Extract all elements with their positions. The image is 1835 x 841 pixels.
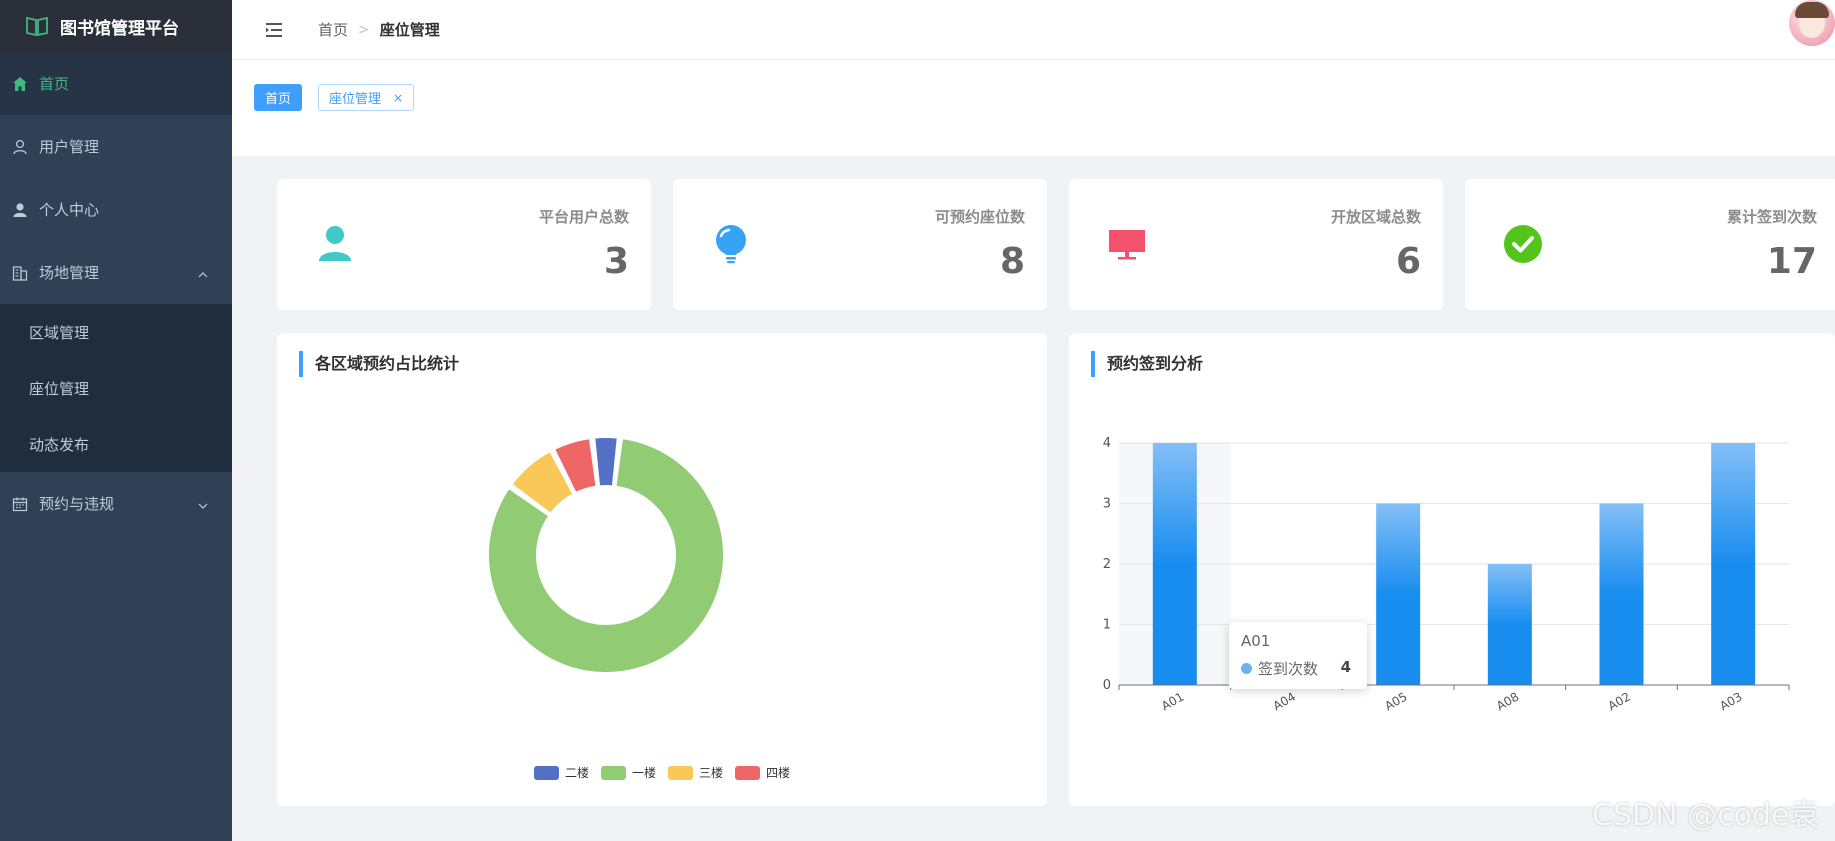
stat-value: 6	[1395, 241, 1421, 282]
x-tick-label: A08	[1494, 689, 1521, 713]
sidebar-subitem-seat[interactable]: 座位管理	[0, 360, 232, 416]
breadcrumb-separator: >	[358, 21, 370, 38]
x-tick-label: A04	[1271, 689, 1298, 713]
breadcrumb: 首页 > 座位管理	[318, 19, 440, 40]
top-navbar: 首页 > 座位管理	[232, 0, 1835, 60]
bar[interactable]	[1599, 503, 1644, 686]
sidebar-item-label: 首页	[39, 75, 70, 93]
sidebar: 图书馆管理平台 首页 用户管理 个人中心 场地管理 区域管理 座位管理 动态发布	[0, 0, 232, 841]
y-tick-label: 2	[1103, 557, 1111, 572]
sidebar-item-label: 场地管理	[39, 264, 100, 282]
avatar[interactable]	[1789, 0, 1835, 46]
legend-item[interactable]: 三楼	[668, 764, 723, 781]
bar[interactable]	[1376, 503, 1421, 686]
venues-submenu: 区域管理 座位管理 动态发布	[0, 304, 232, 472]
stat-card-areas[interactable]: 开放区域总数 6	[1069, 179, 1443, 310]
tooltip-dot	[1241, 663, 1252, 674]
chart-tooltip: A01 签到次数 4	[1229, 622, 1367, 689]
sidebar-subitem-area[interactable]: 区域管理	[0, 304, 232, 360]
pie-chart-panel: 各区域预约占比统计 二楼 一楼 三楼 四楼	[277, 333, 1047, 806]
home-icon	[12, 76, 28, 92]
sidebar-item-venues[interactable]: 场地管理	[0, 241, 232, 304]
book-icon	[26, 16, 48, 36]
sidebar-item-profile[interactable]: 个人中心	[0, 178, 232, 241]
y-tick-label: 3	[1103, 497, 1111, 512]
check-circle-icon	[1504, 225, 1542, 263]
x-tick-label: A03	[1717, 689, 1744, 713]
sidebar-item-label: 预约与违规	[39, 495, 115, 513]
legend-item[interactable]: 二楼	[533, 764, 589, 781]
sidebar-item-users[interactable]: 用户管理	[0, 115, 232, 178]
breadcrumb-home[interactable]: 首页	[318, 19, 348, 40]
close-icon[interactable]: ×	[393, 91, 403, 105]
tooltip-category: A01	[1241, 632, 1271, 650]
legend-label: 四楼	[766, 766, 791, 780]
app-title: 图书馆管理平台	[60, 18, 179, 39]
building-icon	[12, 265, 28, 281]
y-tick-label: 1	[1103, 618, 1111, 633]
stat-value: 17	[1766, 241, 1817, 282]
watermark: CSDN @code袁	[1592, 798, 1820, 833]
dashboard-content: 平台用户总数 3 可预约座位数 8 开放区域总数 6 累计签到次数 17 各区域…	[254, 156, 1835, 841]
sidebar-item-home[interactable]: 首页	[0, 52, 232, 115]
donut-chart	[487, 435, 725, 674]
stat-value: 3	[603, 241, 629, 282]
tag-label: 座位管理	[329, 92, 382, 107]
y-tick-label: 4	[1103, 436, 1111, 451]
sidebar-item-reservations[interactable]: 预约与违规	[0, 472, 232, 535]
bulb-icon	[716, 225, 746, 264]
tooltip-value: 4	[1340, 658, 1351, 676]
user-solid-icon	[12, 202, 28, 218]
sidebar-item-label: 个人中心	[39, 201, 100, 219]
chevron-up-icon	[198, 264, 208, 282]
stat-label: 可预约座位数	[934, 208, 1025, 226]
user-outline-icon	[12, 139, 28, 155]
legend-label: 三楼	[699, 766, 724, 780]
stat-label: 开放区域总数	[1330, 208, 1421, 226]
x-tick-label: A02	[1606, 689, 1633, 713]
bar[interactable]	[1152, 443, 1197, 685]
bar-chart: 0 1 2 3 4 A01 A04 A05 A08 A02 A03	[1103, 436, 1790, 713]
bar-chart-panel: 预约签到分析 0 1 2 3 4 A01 A04 A05 A08 A02 A03 A01 签到次数 …	[1069, 333, 1835, 806]
legend-label: 二楼	[564, 766, 589, 780]
pie-slice[interactable]	[593, 435, 619, 488]
chart-legend: 二楼 一楼 三楼 四楼	[277, 764, 1047, 781]
app-logo[interactable]: 图书馆管理平台	[0, 0, 232, 52]
legend-item[interactable]: 四楼	[735, 764, 790, 781]
stat-label: 平台用户总数	[538, 208, 629, 226]
tags-view: 首页 座位管理 ×	[232, 60, 1835, 156]
tag-seat-management[interactable]: 座位管理 ×	[318, 84, 415, 111]
sidebar-item-label: 用户管理	[39, 138, 100, 156]
hamburger-icon[interactable]	[264, 20, 284, 40]
breadcrumb-current: 座位管理	[379, 21, 440, 39]
x-tick-label: A05	[1382, 689, 1409, 713]
stat-value: 8	[999, 241, 1025, 282]
monitor-icon	[1109, 230, 1145, 260]
stat-card-checkins[interactable]: 累计签到次数 17	[1465, 179, 1835, 310]
bar[interactable]	[1487, 564, 1532, 685]
calendar-icon	[12, 496, 28, 512]
stat-card-users[interactable]: 平台用户总数 3	[277, 179, 651, 310]
bar[interactable]	[1711, 443, 1756, 685]
chevron-down-icon	[198, 495, 208, 513]
user-icon	[319, 226, 351, 261]
x-tick-label: A01	[1159, 689, 1186, 713]
tag-label: 首页	[265, 92, 292, 107]
legend-label: 一楼	[631, 766, 656, 780]
legend-item[interactable]: 一楼	[600, 764, 656, 781]
stat-label: 累计签到次数	[1726, 208, 1817, 226]
y-tick-label: 0	[1103, 678, 1111, 693]
tag-home[interactable]: 首页	[254, 84, 303, 111]
sidebar-subitem-news[interactable]: 动态发布	[0, 416, 232, 472]
stat-card-seats[interactable]: 可预约座位数 8	[673, 179, 1047, 310]
tooltip-series: 签到次数	[1258, 660, 1319, 678]
